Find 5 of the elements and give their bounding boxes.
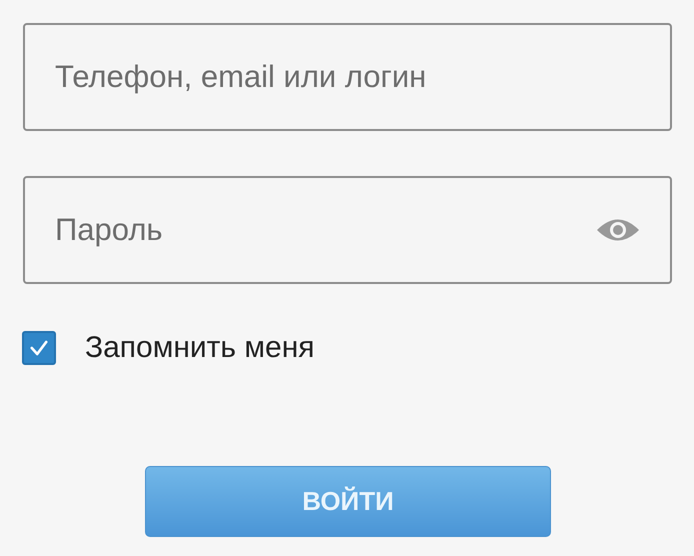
remember-label: Запомнить меня — [85, 331, 315, 365]
login-button[interactable]: ВОЙТИ — [145, 466, 551, 537]
checkbox[interactable] — [22, 331, 56, 365]
login-field[interactable]: Телефон, email или логин — [23, 23, 672, 131]
password-field[interactable]: Пароль — [23, 176, 672, 284]
